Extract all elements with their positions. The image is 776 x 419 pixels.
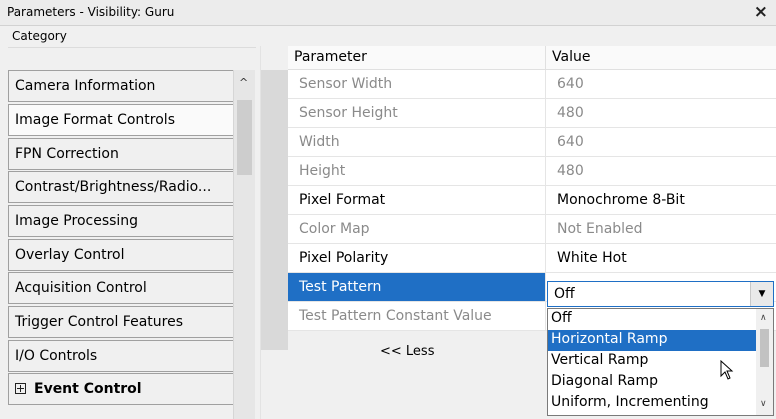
- parameter-row-color-map[interactable]: Color Map Not Enabled: [288, 215, 776, 244]
- parameter-name-cell: Color Map: [288, 215, 546, 244]
- parameter-value: 480: [557, 105, 584, 121]
- chevron-down-icon[interactable]: ▼: [750, 282, 773, 306]
- parameter-name-cell: Pixel Polarity: [288, 244, 546, 273]
- dropdown-option-off[interactable]: Off: [548, 309, 756, 330]
- parameter-name: Test Pattern Constant Value: [299, 308, 492, 324]
- parameter-row-pixel-format[interactable]: Pixel Format Monochrome 8-Bit: [288, 186, 776, 215]
- parameter-value: Not Enabled: [557, 221, 643, 237]
- parameter-name: Test Pattern: [299, 279, 382, 295]
- option-label: Off: [551, 310, 572, 326]
- less-button[interactable]: << Less: [380, 344, 434, 359]
- category-item-io-controls[interactable]: I/O Controls: [8, 340, 233, 372]
- parameter-name: Width: [299, 134, 340, 150]
- category-item-event-control[interactable]: Event Control: [8, 373, 233, 405]
- category-item-fpn-correction[interactable]: FPN Correction: [8, 138, 233, 170]
- scroll-thumb[interactable]: [760, 329, 769, 367]
- parameter-name: Sensor Width: [299, 76, 393, 92]
- column-header-label: Parameter: [294, 49, 367, 65]
- category-item-label: Overlay Control: [15, 247, 125, 263]
- parameter-value-cell: Not Enabled: [546, 215, 776, 244]
- parameter-name-cell: Sensor Width: [288, 70, 546, 99]
- parameter-name-cell: Test Pattern Constant Value: [288, 302, 546, 331]
- parameter-value: 640: [557, 76, 584, 92]
- category-item-label: Image Processing: [15, 213, 139, 229]
- option-label: Uniform, Incrementing: [551, 394, 709, 410]
- parameter-name: Pixel Polarity: [299, 250, 389, 266]
- category-scrollbar[interactable]: ^: [233, 70, 255, 419]
- option-label: Horizontal Ramp: [551, 331, 668, 347]
- column-header-label: Value: [552, 49, 591, 65]
- test-pattern-options-list: Off Horizontal Ramp Vertical Ramp Diagon…: [547, 308, 774, 416]
- parameter-value-cell[interactable]: White Hot: [546, 244, 776, 273]
- parameter-value-cell: 640: [546, 70, 776, 99]
- scroll-up-icon[interactable]: ^: [239, 76, 248, 89]
- parameter-name: Sensor Height: [299, 105, 398, 121]
- parameter-name-cell: Width: [288, 128, 546, 157]
- parameter-value-cell: 640: [546, 128, 776, 157]
- category-item-contrast-brightness[interactable]: Contrast/Brightness/Radio...: [8, 171, 233, 203]
- parameter-value: White Hot: [557, 250, 627, 266]
- category-item-label: I/O Controls: [15, 348, 98, 364]
- category-item-label: Contrast/Brightness/Radio...: [15, 179, 212, 195]
- column-header-value[interactable]: Value: [546, 46, 776, 70]
- parameter-row-pixel-polarity[interactable]: Pixel Polarity White Hot: [288, 244, 776, 273]
- category-item-image-processing[interactable]: Image Processing: [8, 205, 233, 237]
- category-item-trigger-control-features[interactable]: Trigger Control Features: [8, 306, 233, 338]
- test-pattern-combobox[interactable]: Off ▼: [547, 281, 774, 307]
- mouse-cursor-icon: [720, 360, 734, 380]
- parameter-name: Color Map: [299, 221, 370, 237]
- scroll-up-icon[interactable]: ∧: [760, 313, 767, 323]
- parameter-name-cell: Height: [288, 157, 546, 186]
- category-item-label: Image Format Controls: [15, 112, 175, 128]
- category-item-camera-information[interactable]: Camera Information: [8, 70, 233, 102]
- parameter-name-cell: Test Pattern: [288, 273, 546, 302]
- row-gutter: [261, 70, 288, 350]
- parameter-value: 640: [557, 134, 584, 150]
- title-bar: Parameters - Visibility: Guru ×: [0, 0, 776, 26]
- category-item-label: Acquisition Control: [15, 280, 147, 296]
- parameter-row-width[interactable]: Width 640: [288, 128, 776, 157]
- dropdown-scrollbar[interactable]: ∧ ∨: [756, 309, 773, 415]
- dropdown-option-uniform-incrementing[interactable]: Uniform, Incrementing: [548, 393, 756, 414]
- option-label: Diagonal Ramp: [551, 373, 659, 389]
- category-item-label: Trigger Control Features: [15, 314, 183, 330]
- parameter-row-height[interactable]: Height 480: [288, 157, 776, 186]
- parameter-name-cell: Sensor Height: [288, 99, 546, 128]
- window-title: Parameters - Visibility: Guru: [7, 5, 175, 19]
- column-header-parameter[interactable]: Parameter: [288, 46, 546, 70]
- parameter-name: Height: [299, 163, 346, 179]
- category-header: Category: [8, 27, 256, 48]
- category-item-label-wrap: Event Control: [15, 381, 142, 397]
- parameter-value: 480: [557, 163, 584, 179]
- category-header-label: Category: [12, 29, 67, 43]
- parameter-row-sensor-height[interactable]: Sensor Height 480: [288, 99, 776, 128]
- close-icon[interactable]: ×: [754, 2, 768, 22]
- parameter-value-cell[interactable]: Monochrome 8-Bit: [546, 186, 776, 215]
- expand-icon[interactable]: [15, 383, 26, 394]
- category-item-label: Event Control: [34, 381, 142, 397]
- combobox-value: Off: [554, 286, 575, 302]
- scroll-thumb[interactable]: [237, 100, 252, 175]
- category-item-label: FPN Correction: [15, 146, 119, 162]
- parameter-name: Pixel Format: [299, 192, 386, 208]
- category-item-acquisition-control[interactable]: Acquisition Control: [8, 272, 233, 304]
- parameter-value: Monochrome 8-Bit: [557, 192, 685, 208]
- parameter-value-cell: 480: [546, 99, 776, 128]
- parameter-name-cell: Pixel Format: [288, 186, 546, 215]
- scroll-down-icon[interactable]: ∨: [760, 399, 767, 409]
- category-list: Camera Information Image Format Controls…: [8, 70, 234, 419]
- category-item-label: Camera Information: [15, 78, 156, 94]
- category-item-image-format-controls[interactable]: Image Format Controls: [8, 104, 233, 136]
- parameter-value-cell: 480: [546, 157, 776, 186]
- option-label: Vertical Ramp: [551, 352, 649, 368]
- parameter-row-sensor-width[interactable]: Sensor Width 640: [288, 70, 776, 99]
- category-item-overlay-control[interactable]: Overlay Control: [8, 239, 233, 271]
- dropdown-option-horizontal-ramp[interactable]: Horizontal Ramp: [548, 330, 756, 351]
